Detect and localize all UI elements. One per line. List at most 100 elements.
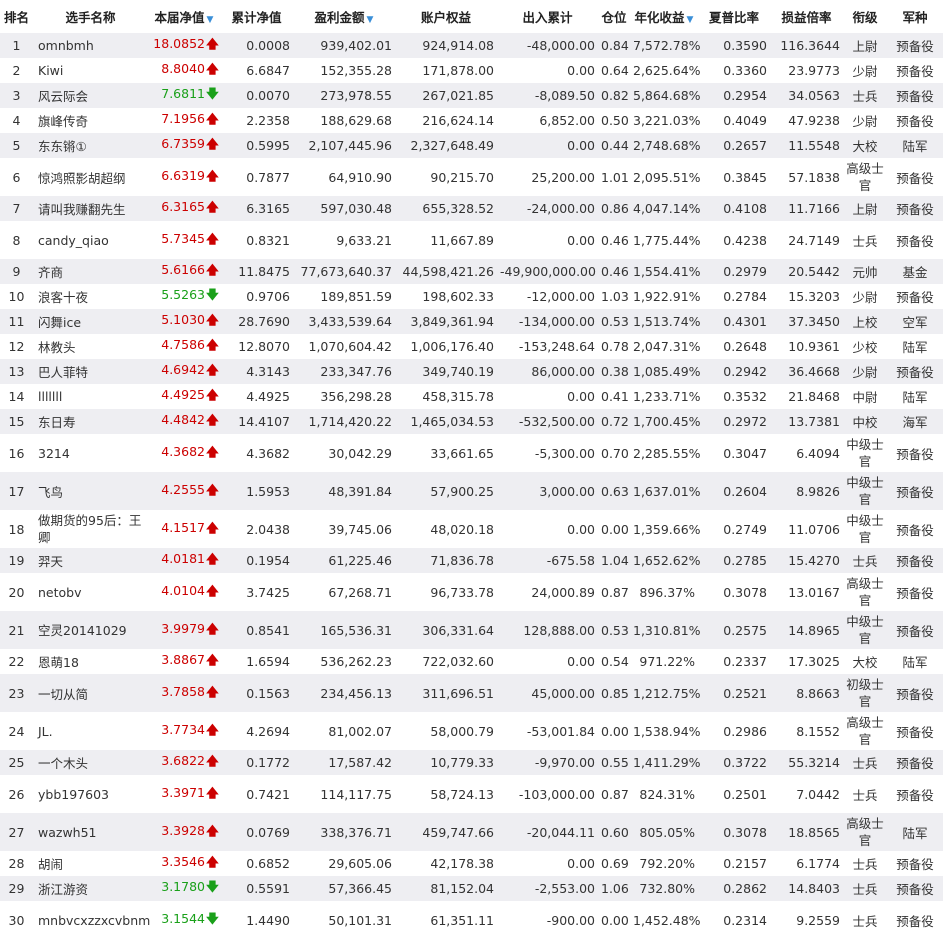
table-row[interactable]: 21 空灵20141029 3.9979🡅 0.8541 165,536.31 306,3…: [0, 611, 943, 649]
nav-cell: 4.4925🡅: [148, 384, 220, 409]
col-header-annual[interactable]: 年化收益 ▼: [630, 0, 698, 33]
table-row[interactable]: 27 wazwh51 3.3928🡅 0.0769 338,376.71 459,747.…: [0, 813, 943, 851]
table-row[interactable]: 22 恩萌18 3.8867🡅 1.6594 536,262.23 722,032.60 0…: [0, 649, 943, 674]
table-row[interactable]: 6 惊鸿照影胡超纲 6.6319🡅 0.7877 64,910.90 90,215.70 2…: [0, 158, 943, 196]
table-row[interactable]: 10 浪客十夜 5.5263🡇 0.9706 189,851.59 198,602.33-…: [0, 284, 943, 309]
player-name-link[interactable]: 齐商: [33, 259, 148, 284]
table-row[interactable]: 12 林教头 4.7586🡅 12.8070 1,070,604.42 1,006,176…: [0, 334, 943, 359]
table-row[interactable]: 16 3214 4.3682🡅 4.3682 30,042.29 33,661.65 -5,…: [0, 434, 943, 472]
branch-cell: 陆军: [887, 133, 943, 158]
player-name-link[interactable]: lllllll: [33, 384, 148, 409]
col-header-rank[interactable]: 排名: [0, 0, 33, 33]
table-row[interactable]: 8 candy_qiao 5.7345🡅 0.8321 9,633.21 11,667.8…: [0, 221, 943, 259]
table-row[interactable]: 20 netobv 4.0104🡅 3.7425 67,268.71 96,733.78 2…: [0, 573, 943, 611]
player-name-link[interactable]: 旗峰传奇: [33, 108, 148, 133]
player-name-link[interactable]: 巴人菲特: [33, 359, 148, 384]
profit-cell: 114,117.75: [293, 775, 395, 813]
player-name-link[interactable]: 东东锵①: [33, 133, 148, 158]
equity-cell: 58,724.13: [395, 775, 497, 813]
col-header-equity[interactable]: 账户权益: [395, 0, 497, 33]
player-name-link[interactable]: omnbmh: [33, 33, 148, 58]
player-name-link[interactable]: 林教头: [33, 334, 148, 359]
table-row[interactable]: 2 Kiwi 8.8040🡅 6.6847 152,355.28 171,878.00 0.…: [0, 58, 943, 83]
table-row[interactable]: 3 风云际会 7.6811🡇 0.0070 273,978.55 267,021.85 -8…: [0, 83, 943, 108]
player-name-link[interactable]: 3214: [33, 434, 148, 472]
col-header-branch[interactable]: 军种: [887, 0, 943, 33]
table-row[interactable]: 19 羿天 4.0181🡅 0.1954 61,225.46 71,836.78 -675.…: [0, 548, 943, 573]
player-name-link[interactable]: 风云际会: [33, 83, 148, 108]
sort-desc-icon[interactable]: ▼: [207, 15, 214, 25]
player-name-link[interactable]: netobv: [33, 573, 148, 611]
cum-nav-cell: 0.0769: [220, 813, 293, 851]
table-row[interactable]: 13 巴人菲特 4.6942🡅 4.3143 233,347.76 349,740.19 8…: [0, 359, 943, 384]
col-header-name[interactable]: 选手名称: [33, 0, 148, 33]
table-row[interactable]: 28 胡闹 3.3546🡅 0.6852 29,605.06 42,178.38 0.00 0…: [0, 851, 943, 876]
player-name-link[interactable]: wazwh51: [33, 813, 148, 851]
table-row[interactable]: 18 做期货的95后：王卿 4.1517🡅 2.0438 39,745.06 48,020…: [0, 510, 943, 548]
table-row[interactable]: 7 请叫我赚翻先生 6.3165🡅 6.3165 597,030.48 655,328.5…: [0, 196, 943, 221]
player-name-link[interactable]: Kiwi: [33, 58, 148, 83]
rank-cell: 18: [0, 510, 33, 548]
player-name-link[interactable]: ybb197603: [33, 775, 148, 813]
table-row[interactable]: 4 旗峰传奇 7.1956🡅 2.2358 188,629.68 216,624.14 6,…: [0, 108, 943, 133]
table-row[interactable]: 17 飞鸟 4.2555🡅 1.5953 48,391.84 57,900.25 3,000…: [0, 472, 943, 510]
annual-cell: 1,652.62%: [630, 548, 701, 573]
player-name-link[interactable]: 请叫我赚翻先生: [33, 196, 148, 221]
nav-value: 3.7734: [161, 721, 205, 737]
player-name-link[interactable]: 一个木头: [33, 750, 148, 775]
cum-nav-cell: 11.8475: [220, 259, 293, 284]
profit-cell: 29,605.06: [293, 851, 395, 876]
col-header-profit[interactable]: 盈利金额 ▼: [293, 0, 395, 33]
cum-nav-cell: 0.7421: [220, 775, 293, 813]
table-row[interactable]: 1 omnbmh 18.0852🡅 0.0008 939,402.01 924,914.0…: [0, 33, 943, 58]
table-row[interactable]: 9 齐商 5.6166🡅 11.8475 77,673,640.37 44,598,421…: [0, 259, 943, 284]
profit-cell: 3,433,539.64: [293, 309, 395, 334]
player-name-link[interactable]: 空灵20141029: [33, 611, 148, 649]
table-row[interactable]: 24 JL. 3.7734🡅 4.2694 81,002.07 58,000.79 -53,…: [0, 712, 943, 750]
player-name-link[interactable]: 恩萌18: [33, 649, 148, 674]
arrow-up-icon: 🡅: [206, 230, 219, 246]
nav-cell: 3.3928🡅: [148, 813, 220, 851]
player-name-link[interactable]: 飞鸟: [33, 472, 148, 510]
col-header-title[interactable]: 衔级: [843, 0, 887, 33]
player-name-link[interactable]: 东日寿: [33, 409, 148, 434]
equity-cell: 216,624.14: [395, 108, 497, 133]
position-cell: 0.44: [598, 133, 630, 158]
table-row[interactable]: 30 mnbvcxzzxcvbnm 3.1544🡇 1.4490 50,101.31 61…: [0, 901, 943, 939]
player-name-link[interactable]: 浙江游资: [33, 876, 148, 901]
player-name-link[interactable]: 惊鸿照影胡超纲: [33, 158, 148, 196]
annual-cell: 896.37%: [630, 573, 698, 611]
table-row[interactable]: 25 一个木头 3.6822🡅 0.1772 17,587.42 10,779.33 -9,…: [0, 750, 943, 775]
player-name-link[interactable]: candy_qiao: [33, 221, 148, 259]
table-row[interactable]: 15 东日寿 4.4842🡅 14.4107 1,714,420.22 1,465,034…: [0, 409, 943, 434]
player-name-link[interactable]: 一切从简: [33, 674, 148, 712]
player-name-link[interactable]: 闪舞ice: [33, 309, 148, 334]
sort-desc-icon[interactable]: ▼: [687, 15, 694, 25]
position-cell: 0.00: [598, 901, 630, 939]
table-row[interactable]: 29 浙江游资 3.1780🡇 0.5591 57,366.45 81,152.04 -2,…: [0, 876, 943, 901]
col-header-cum-nav[interactable]: 累计净值: [220, 0, 293, 33]
col-header-pl-ratio[interactable]: 损益倍率: [770, 0, 843, 33]
table-row[interactable]: 5 东东锵① 6.7359🡅 0.5995 2,107,445.96 2,327,648.…: [0, 133, 943, 158]
player-name-link[interactable]: JL.: [33, 712, 148, 750]
table-row[interactable]: 11 闪舞ice 5.1030🡅 28.7690 3,433,539.64 3,849,3…: [0, 309, 943, 334]
pl-ratio-cell: 11.5548: [770, 133, 843, 158]
sharpe-cell: 0.4049: [698, 108, 770, 133]
table-row[interactable]: 23 一切从简 3.7858🡅 0.1563 234,456.13 311,696.51 4…: [0, 674, 943, 712]
table-row[interactable]: 26 ybb197603 3.3971🡅 0.7421 114,117.75 58,724…: [0, 775, 943, 813]
pl-ratio-cell: 13.0167: [770, 573, 843, 611]
player-name-link[interactable]: 羿天: [33, 548, 148, 573]
flow-cell: -532,500.00: [497, 409, 598, 434]
player-name-link[interactable]: mnbvcxzzxcvbnm: [33, 901, 150, 939]
player-name-link[interactable]: 做期货的95后：王卿: [33, 510, 148, 548]
table-row[interactable]: 14 lllllll 4.4925🡅 4.4925 356,298.28 458,315.…: [0, 384, 943, 409]
col-header-nav[interactable]: 本届净值 ▼: [148, 0, 220, 33]
col-header-position[interactable]: 仓位: [598, 0, 630, 33]
col-header-sharpe[interactable]: 夏普比率: [698, 0, 770, 33]
col-header-flow[interactable]: 出入累计: [497, 0, 598, 33]
branch-cell: 预备役: [887, 108, 943, 133]
player-name-link[interactable]: 浪客十夜: [33, 284, 148, 309]
nav-cell: 7.6811🡇: [148, 83, 220, 108]
player-name-link[interactable]: 胡闹: [33, 851, 148, 876]
sort-desc-icon[interactable]: ▼: [367, 15, 374, 25]
